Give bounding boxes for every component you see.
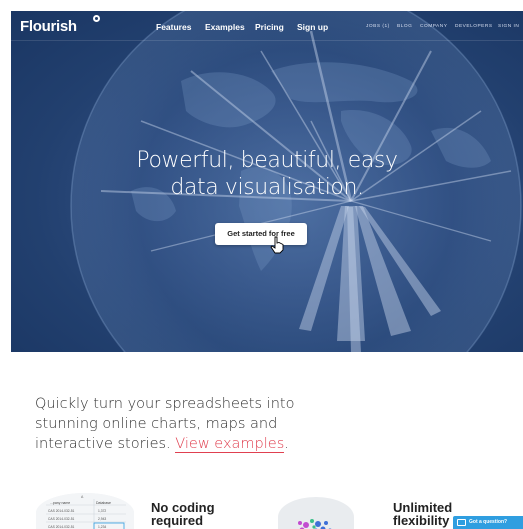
logo-dot-icon <box>93 15 100 22</box>
top-navigation: Flourish Features Examples Pricing Sign … <box>11 11 523 41</box>
chat-label: Got a question? <box>469 519 508 525</box>
sheet-cell: CAS 2014-032-51 <box>48 525 75 529</box>
flourish-logo[interactable]: Flourish <box>20 18 77 35</box>
headline-line-1: Powerful, beautiful, easy <box>136 148 398 173</box>
chat-widget-button[interactable]: Got a question? <box>453 516 523 529</box>
nav-link-signup[interactable]: Sign up <box>297 22 328 32</box>
hero-headline: Powerful, beautiful, easy data visualisa… <box>11 147 523 201</box>
view-examples-link[interactable]: View examples <box>175 436 285 453</box>
nav-link-blog[interactable]: BLOG <box>397 24 412 29</box>
network-graphic <box>298 519 332 529</box>
sheet-cell: CAS 2014-032-51 <box>48 509 75 513</box>
feature-title-line: required <box>151 513 204 528</box>
sheet-header-database: Database <box>96 501 111 505</box>
sheet-cell: CAS 2014-032-51 <box>48 517 75 521</box>
nav-link-examples[interactable]: Examples <box>205 22 245 32</box>
get-started-button[interactable]: Get started for free <box>215 223 307 245</box>
sheet-header-company: ...pany name <box>50 501 70 505</box>
hero-section: Flourish Features Examples Pricing Sign … <box>11 11 523 352</box>
network-thumbnail <box>278 497 354 529</box>
intro-text: Quickly turn your spreadsheets into stun… <box>35 394 295 454</box>
nav-link-pricing[interactable]: Pricing <box>255 22 284 32</box>
sheet-cell: 2,943 <box>98 517 106 521</box>
feature-flexibility-title: Unlimited flexibility <box>393 501 452 527</box>
nav-link-jobs[interactable]: JOBS (1) <box>366 24 390 29</box>
nav-link-signin[interactable]: SIGN IN <box>498 24 519 29</box>
headline-line-2: data visualisation. <box>170 175 364 200</box>
spreadsheet-preview: A ...pany name Database CAS 2014-032-51 … <box>36 493 134 529</box>
feature-title-line: flexibility <box>393 513 450 528</box>
sheet-cell: 1,234 <box>98 525 106 529</box>
nav-link-company[interactable]: COMPANY <box>420 24 447 29</box>
spreadsheet-thumbnail: A ...pany name Database CAS 2014-032-51 … <box>36 493 134 529</box>
nav-link-features[interactable]: Features <box>156 22 191 32</box>
feature-no-coding-title: No coding required <box>151 501 215 527</box>
intro-period: . <box>284 436 289 452</box>
hand-cursor-icon <box>270 236 284 254</box>
sheet-cell: 1,372 <box>98 509 106 513</box>
nav-link-developers[interactable]: DEVELOPERS <box>455 24 493 29</box>
envelope-icon <box>457 519 466 526</box>
